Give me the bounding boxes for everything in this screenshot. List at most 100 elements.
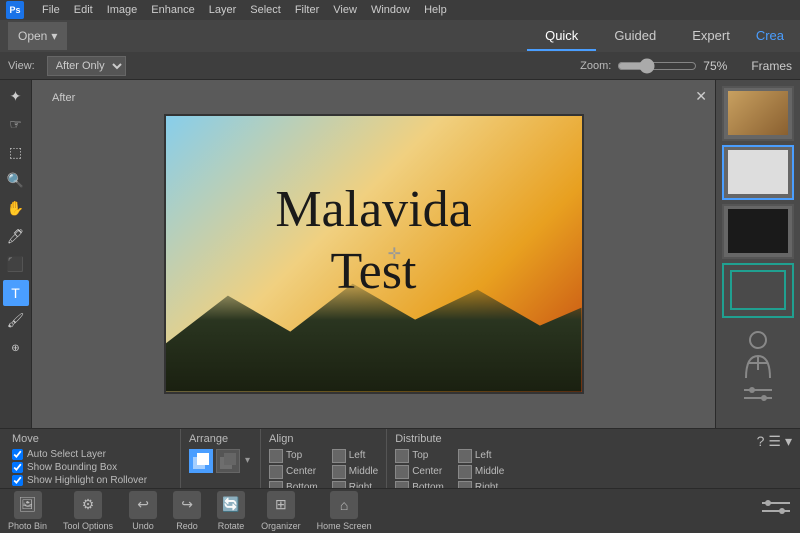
arrange-icons: ▾ [189,449,252,473]
distribute-center-button[interactable]: Center [395,465,444,479]
view-label: View: [8,60,35,72]
auto-select-row: Auto Select Layer [12,449,168,460]
photo-bin-icon: 🖼 [14,491,42,519]
align-center-icon [269,465,283,479]
tab-guided[interactable]: Guided [596,22,674,51]
eraser-tool[interactable]: ⬛ [3,252,29,278]
move-tool[interactable]: ✦ [3,84,29,110]
menu-layer[interactable]: Layer [209,4,237,16]
frame-thumb-3[interactable] [722,204,794,259]
menu-filter[interactable]: Filter [295,4,319,16]
distribute-title: Distribute [395,433,504,445]
frame-thumb-1[interactable] [722,86,794,141]
home-screen-icon: ⌂ [330,491,358,519]
show-bounding-row: Show Bounding Box [12,462,168,473]
tab-expert[interactable]: Expert [674,22,748,51]
organizer-button[interactable]: ⊞ Organizer [261,491,301,531]
redo-button[interactable]: ↪ Redo [173,491,201,531]
rotate-button[interactable]: 🔄 Rotate [217,491,245,531]
distribute-left-button[interactable]: Left [458,449,504,463]
adjustments-button[interactable] [760,497,792,524]
bottom-toolbar: Move Auto Select Layer Show Bounding Box… [0,428,800,488]
menu-file[interactable]: File [42,4,60,16]
right-panel [715,80,800,428]
home-screen-button[interactable]: ⌂ Home Screen [317,491,372,531]
menu-select[interactable]: Select [250,4,281,16]
icon-bar: 🖼 Photo Bin ⚙ Tool Options ↩ Undo ↪ Redo… [0,488,800,533]
open-button[interactable]: Open ▾ [8,22,67,50]
distribute-left-label: Left [475,450,492,461]
select-tool[interactable]: ☞ [3,112,29,138]
frame-thumb-2[interactable] [722,145,794,200]
align-center-label: Center [286,466,316,477]
align-center-button[interactable]: Center [269,465,318,479]
brush-tool[interactable]: 🖊 [3,224,29,250]
auto-select-label: Auto Select Layer [27,449,106,460]
align-left-label: Left [349,450,366,461]
canvas-text-line2: Test [275,241,471,303]
adjustments-sliders-icon [760,497,792,521]
view-select[interactable]: After Only [47,56,126,76]
sliders-icon [742,384,774,408]
undo-icon: ↩ [129,491,157,519]
distribute-left-icon [458,449,472,463]
close-canvas-button[interactable]: ✕ [695,88,707,105]
arrange-icon-2[interactable] [216,449,240,473]
align-top-button[interactable]: Top [269,449,318,463]
menu-image[interactable]: Image [107,4,138,16]
zoom-tool[interactable]: 🔍 [3,168,29,194]
open-dropdown-icon[interactable]: ▾ [51,29,57,43]
align-middle-label: Middle [349,466,378,477]
move-tool-2[interactable]: ⊕ [3,336,29,362]
hand-tool[interactable]: ✋ [3,196,29,222]
align-middle-button[interactable]: Middle [332,465,378,479]
canvas-area: After ✕ Malavida Test ✛ [32,80,715,428]
paint-tool[interactable]: 🖌 [3,308,29,334]
distribute-middle-label: Middle [475,466,504,477]
menu-help[interactable]: Help [424,4,447,16]
move-section: Move Auto Select Layer Show Bounding Box… [0,429,180,488]
crea-button[interactable]: Crea [748,22,792,51]
lasso-tool[interactable]: ⬚ [3,140,29,166]
menu-edit[interactable]: Edit [74,4,93,16]
zoom-slider[interactable] [617,58,697,74]
zoom-label: Zoom: [580,60,611,72]
main-layout: ✦ ☞ ⬚ 🔍 ✋ 🖊 ⬛ T 🖌 ⊕ After ✕ Malavida Tes… [0,80,800,428]
rotate-icon: 🔄 [217,491,245,519]
list-icon[interactable]: ☰ [768,433,781,450]
canvas-crosshair: ✛ [388,244,401,264]
tool-options-icon: ⚙ [74,491,102,519]
menu-view[interactable]: View [333,4,357,16]
arrange-icon-1[interactable] [189,449,213,473]
move-title: Move [12,433,168,445]
canvas-label: After [52,92,75,104]
text-tool[interactable]: T [3,280,29,306]
arrange-dropdown[interactable]: ▾ [243,449,252,473]
left-toolbar: ✦ ☞ ⬚ 🔍 ✋ 🖊 ⬛ T 🖌 ⊕ [0,80,32,428]
help-icon[interactable]: ? [757,433,765,449]
show-highlight-label: Show Highlight on Rollover [27,475,147,486]
show-bounding-checkbox[interactable] [12,462,23,473]
align-left-button[interactable]: Left [332,449,378,463]
organizer-icon: ⊞ [267,491,295,519]
arrange-title: Arrange [189,433,252,445]
show-highlight-checkbox[interactable] [12,475,23,486]
organizer-label: Organizer [261,521,301,531]
auto-select-checkbox[interactable] [12,449,23,460]
menu-window[interactable]: Window [371,4,410,16]
zoom-value: 75% [703,59,727,73]
photo-bin-label: Photo Bin [8,521,47,531]
rotate-label: Rotate [218,521,245,531]
tool-options-button[interactable]: ⚙ Tool Options [63,491,113,531]
expand-icon[interactable]: ▾ [785,433,792,450]
menu-bar: Ps File Edit Image Enhance Layer Select … [0,0,800,20]
distribute-top-button[interactable]: Top [395,449,444,463]
align-left-icon [332,449,346,463]
menu-enhance[interactable]: Enhance [151,4,194,16]
undo-button[interactable]: ↩ Undo [129,491,157,531]
distribute-middle-button[interactable]: Middle [458,465,504,479]
tab-quick[interactable]: Quick [527,22,596,51]
distribute-top-label: Top [412,450,428,461]
frame-thumb-4[interactable] [722,263,794,318]
photo-bin-button[interactable]: 🖼 Photo Bin [8,491,47,531]
